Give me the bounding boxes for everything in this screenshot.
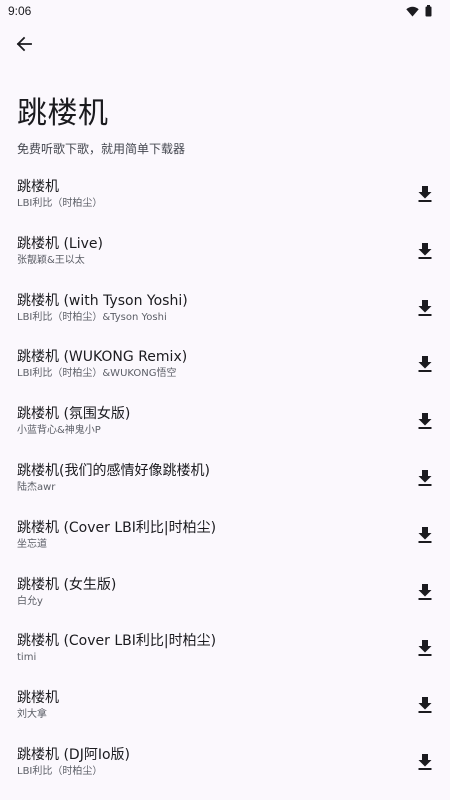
download-button[interactable]: [412, 353, 438, 379]
song-artist: 刘大拿: [17, 709, 47, 721]
back-button[interactable]: [10, 32, 38, 60]
download-icon: [418, 356, 432, 376]
song-list: 跳楼机 LBI利比（时柏尘） 跳楼机 (Live) 张靓颖&王以太 跳楼机 (w…: [0, 165, 450, 790]
download-icon: [418, 469, 432, 490]
download-icon: [418, 413, 432, 433]
download-button[interactable]: [412, 240, 438, 266]
download-icon: [418, 299, 432, 320]
wifi-icon: [406, 2, 419, 21]
song-list-item[interactable]: 跳楼机 (DJ阿Io版) LBI利比（时柏尘）: [0, 733, 450, 790]
song-artist: LBI利比（时柏尘）&Tyson Yoshi: [17, 311, 167, 323]
download-icon: [418, 697, 432, 717]
download-icon: [418, 242, 432, 263]
song-list-item[interactable]: 跳楼机 LBI利比（时柏尘）: [0, 165, 450, 222]
status-time: 9:06: [8, 4, 32, 18]
song-list-item[interactable]: 跳楼机(我们的感情好像跳楼机) 陆杰awr: [0, 449, 450, 506]
song-list-item[interactable]: 跳楼机 (Cover LBI利比|时柏尘) timi: [0, 619, 450, 676]
top-app-bar: [0, 30, 450, 64]
song-artist: LBI利比（时柏尘）: [17, 765, 103, 777]
download-icon: [418, 583, 432, 604]
download-icon: [418, 640, 432, 660]
song-title: 跳楼机 (DJ阿Io版): [17, 746, 130, 763]
song-list-item[interactable]: 跳楼机 (Cover LBI利比|时柏尘) 坐忘道: [0, 506, 450, 563]
song-list-item[interactable]: 跳楼机 (氛围女版) 小蓝背心&神鬼小P: [0, 392, 450, 449]
song-list-item[interactable]: 跳楼机 (Live) 张靓颖&王以太: [0, 222, 450, 279]
song-title: 跳楼机: [17, 690, 59, 707]
download-button[interactable]: [412, 581, 438, 607]
song-artist: 小蓝背心&神鬼小P: [17, 425, 101, 437]
song-title: 跳楼机 (with Tyson Yoshi): [17, 292, 188, 309]
song-title: 跳楼机 (Cover LBI利比|时柏尘): [17, 633, 217, 650]
download-button[interactable]: [412, 637, 438, 663]
song-artist: 陆杰awr: [17, 481, 56, 493]
arrow-back-icon: [16, 36, 32, 56]
page-subtitle: 免费听歌下歌，就用简单下载器: [17, 142, 186, 156]
song-title: 跳楼机 (Live): [17, 235, 103, 252]
download-button[interactable]: [412, 183, 438, 209]
status-icons: [406, 2, 432, 21]
song-list-item[interactable]: 跳楼机 (with Tyson Yoshi) LBI利比（时柏尘）&Tyson …: [0, 279, 450, 336]
song-title: 跳楼机 (WUKONG Remix): [17, 349, 188, 366]
page-title: 跳楼机: [17, 96, 109, 131]
download-button[interactable]: [412, 467, 438, 493]
page-header: 跳楼机 免费听歌下歌，就用简单下载器: [17, 92, 433, 157]
download-icon: [418, 526, 432, 547]
song-artist: timi: [17, 652, 37, 664]
song-list-item[interactable]: 跳楼机 刘大拿: [0, 676, 450, 733]
song-title: 跳楼机 (Cover LBI利比|时柏尘): [17, 519, 217, 536]
song-title: 跳楼机 (女生版): [17, 576, 117, 593]
song-list-item[interactable]: 跳楼机 (女生版) 白允y: [0, 563, 450, 620]
song-artist: 张靓颖&王以太: [17, 254, 85, 266]
download-button[interactable]: [412, 410, 438, 436]
song-artist: 白允y: [17, 595, 43, 607]
song-title: 跳楼机 (氛围女版): [17, 406, 131, 423]
battery-icon: [425, 2, 432, 21]
download-icon: [418, 186, 432, 206]
song-list-item[interactable]: 跳楼机 (WUKONG Remix) LBI利比（时柏尘）&WUKONG悟空: [0, 335, 450, 392]
download-button[interactable]: [412, 524, 438, 550]
song-title: 跳楼机: [17, 179, 59, 195]
download-button[interactable]: [412, 297, 438, 323]
song-artist: 坐忘道: [17, 538, 47, 550]
song-title: 跳楼机(我们的感情好像跳楼机): [17, 462, 210, 479]
download-icon: [418, 753, 432, 774]
status-bar: 9:06: [0, 0, 450, 22]
download-button[interactable]: [412, 694, 438, 720]
download-button[interactable]: [412, 751, 438, 777]
song-artist: LBI利比（时柏尘）&WUKONG悟空: [17, 368, 177, 380]
song-artist: LBI利比（时柏尘）: [17, 198, 103, 209]
